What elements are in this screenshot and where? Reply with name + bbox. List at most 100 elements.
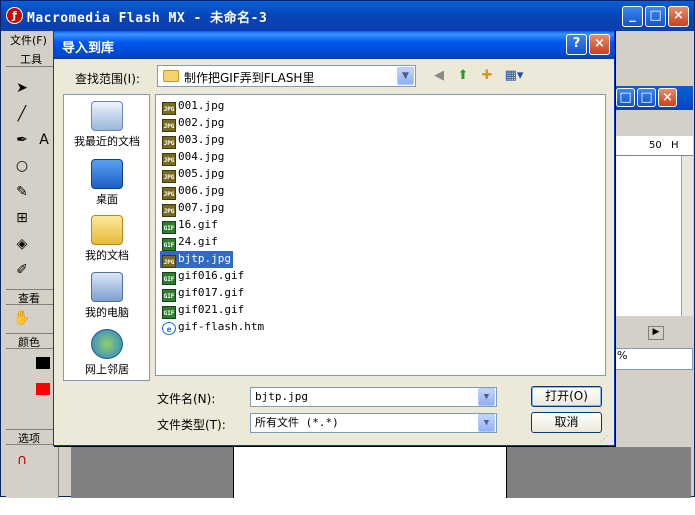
- vertical-scrollbar[interactable]: [681, 156, 693, 316]
- doc-close-button[interactable]: ×: [658, 88, 677, 107]
- recent-documents-icon: [91, 101, 123, 131]
- toolbox-title: 工具: [6, 51, 56, 67]
- resize-grip-icon[interactable]: ⋰: [600, 434, 608, 443]
- gif-file-icon: GIF: [162, 238, 176, 251]
- lookin-dropdown-button[interactable]: ▼: [397, 67, 414, 85]
- list-item[interactable]: JPG 002.jpg: [160, 115, 226, 132]
- main-close-button[interactable]: ×: [668, 6, 689, 27]
- ink-bottle-icon[interactable]: ◈: [11, 233, 33, 255]
- stage-canvas[interactable]: [233, 447, 507, 498]
- folder-icon: [163, 70, 179, 82]
- zoom-select[interactable]: %: [613, 348, 693, 370]
- cancel-button[interactable]: 取消: [531, 412, 602, 433]
- magnet-snap-icon[interactable]: ∩: [11, 449, 33, 471]
- jpg-file-icon: JPG: [162, 170, 176, 183]
- list-item[interactable]: e gif-flash.htm: [160, 319, 266, 336]
- hand-tool-icon[interactable]: ✋: [11, 307, 33, 329]
- filename-label: 文件名(N):: [157, 392, 216, 406]
- toolbox: 工具 ➤ ╱ ✒ A ○ ✎ ⊞ ◈ ✐ 查看 ✋ 颜色 选项 ∩: [6, 49, 59, 498]
- doc-maximize-button[interactable]: □: [637, 88, 656, 107]
- document-titlebar[interactable]: □ □ ×: [613, 86, 693, 110]
- flash-logo-icon: ƒ: [6, 7, 23, 24]
- place-my-computer[interactable]: 我的电脑: [64, 272, 150, 320]
- jpg-file-icon: JPG: [162, 255, 176, 268]
- jpg-file-icon: JPG: [162, 102, 176, 115]
- filetype-dropdown-button[interactable]: ▼: [478, 414, 495, 432]
- gif-file-icon: GIF: [162, 221, 176, 234]
- jpg-file-icon: JPG: [162, 204, 176, 217]
- place-network[interactable]: 网上邻居: [64, 329, 150, 377]
- doc-restore-button[interactable]: □: [616, 88, 635, 107]
- pencil-tool-icon[interactable]: ✎: [11, 181, 33, 203]
- section-colors: 颜色: [6, 333, 56, 349]
- filename-dropdown-button[interactable]: ▼: [478, 388, 495, 406]
- main-window-title: Macromedia Flash MX - 未命名-3: [27, 11, 268, 26]
- pen-tool-icon[interactable]: ✒: [11, 129, 33, 151]
- list-item-selected[interactable]: JPG bjtp.jpg: [160, 251, 233, 268]
- dialog-titlebar[interactable]: 导入到库 ? ×: [54, 31, 614, 59]
- lookin-select[interactable]: 制作把GIF弄到FLASH里 ▼: [157, 65, 416, 87]
- file-list[interactable]: JPG 001.jpg JPG 002.jpg JPG 003.jpg JPG 004.…: [155, 94, 606, 376]
- lookin-value: 制作把GIF弄到FLASH里: [184, 71, 315, 85]
- ruler-tick-label: 50: [649, 140, 662, 151]
- list-item[interactable]: JPG 001.jpg: [160, 98, 226, 115]
- list-item[interactable]: GIF gif016.gif: [160, 268, 246, 285]
- up-folder-icon[interactable]: ⬆: [454, 67, 472, 85]
- filetype-label: 文件类型(T):: [157, 418, 226, 432]
- dialog-close-button[interactable]: ×: [589, 34, 610, 55]
- my-computer-icon: [91, 272, 123, 302]
- jpg-file-icon: JPG: [162, 136, 176, 149]
- list-item[interactable]: JPG 004.jpg: [160, 149, 226, 166]
- import-to-library-dialog: 导入到库 ? × 查找范围(I): 制作把GIF弄到FLASH里 ▼ ◀ ⬆ ✚…: [53, 30, 615, 446]
- list-item[interactable]: JPG 007.jpg: [160, 200, 226, 217]
- view-menu-icon[interactable]: ▦▾: [502, 67, 526, 85]
- html-file-icon: e: [162, 322, 176, 335]
- dialog-title: 导入到库: [62, 41, 115, 56]
- minimize-button[interactable]: _: [622, 6, 643, 27]
- eyedropper-tool-icon[interactable]: ✐: [11, 259, 33, 281]
- text-tool-icon[interactable]: A: [33, 129, 55, 151]
- section-options: 选项: [6, 429, 56, 445]
- lookin-label: 查找范围(I):: [75, 72, 140, 86]
- list-item[interactable]: JPG 005.jpg: [160, 166, 226, 183]
- document-window: □ □ × 50 H ▶ %: [613, 86, 693, 496]
- filename-input[interactable]: bjtp.jpg ▼: [250, 387, 497, 407]
- open-button[interactable]: 打开(O): [531, 386, 602, 407]
- maximize-button[interactable]: □: [645, 6, 666, 27]
- ruler-unit-label: H: [671, 140, 679, 151]
- network-places-icon: [91, 329, 123, 359]
- main-titlebar[interactable]: ƒ Macromedia Flash MX - 未命名-3 _ □ ×: [1, 1, 694, 31]
- help-button[interactable]: ?: [566, 34, 587, 55]
- gif-file-icon: GIF: [162, 306, 176, 319]
- places-bar: 我最近的文档 桌面 我的文档 我的电脑 网上邻居: [63, 94, 150, 381]
- jpg-file-icon: JPG: [162, 153, 176, 166]
- filetype-select[interactable]: 所有文件 (*.*) ▼: [250, 413, 497, 433]
- list-item[interactable]: GIF 16.gif: [160, 217, 220, 234]
- list-item[interactable]: GIF gif021.gif: [160, 302, 246, 319]
- list-item[interactable]: GIF gif017.gif: [160, 285, 246, 302]
- gif-file-icon: GIF: [162, 272, 176, 285]
- stroke-color-swatch[interactable]: [36, 357, 50, 369]
- back-icon[interactable]: ◀: [430, 67, 448, 85]
- scroll-right-button[interactable]: ▶: [648, 326, 664, 340]
- line-tool-icon[interactable]: ╱: [11, 103, 33, 125]
- oval-tool-icon[interactable]: ○: [11, 155, 33, 177]
- place-my-documents[interactable]: 我的文档: [64, 215, 150, 263]
- list-item[interactable]: JPG 003.jpg: [160, 132, 226, 149]
- new-folder-icon[interactable]: ✚: [478, 67, 496, 85]
- fill-color-swatch[interactable]: [36, 383, 50, 395]
- transform-tool-icon[interactable]: ⊞: [11, 207, 33, 229]
- desktop-icon: [91, 159, 123, 189]
- section-view: 查看: [6, 289, 56, 305]
- place-recent[interactable]: 我最近的文档: [64, 101, 150, 149]
- menu-file[interactable]: 文件(F): [10, 32, 47, 48]
- timeline-ruler: 50 H: [613, 136, 693, 156]
- jpg-file-icon: JPG: [162, 119, 176, 132]
- arrow-tool-icon[interactable]: ➤: [11, 77, 33, 99]
- list-item[interactable]: GIF 24.gif: [160, 234, 220, 251]
- list-item[interactable]: JPG 006.jpg: [160, 183, 226, 200]
- my-documents-icon: [91, 215, 123, 245]
- gif-file-icon: GIF: [162, 289, 176, 302]
- place-desktop[interactable]: 桌面: [64, 159, 150, 207]
- timeline-grid[interactable]: [613, 156, 681, 316]
